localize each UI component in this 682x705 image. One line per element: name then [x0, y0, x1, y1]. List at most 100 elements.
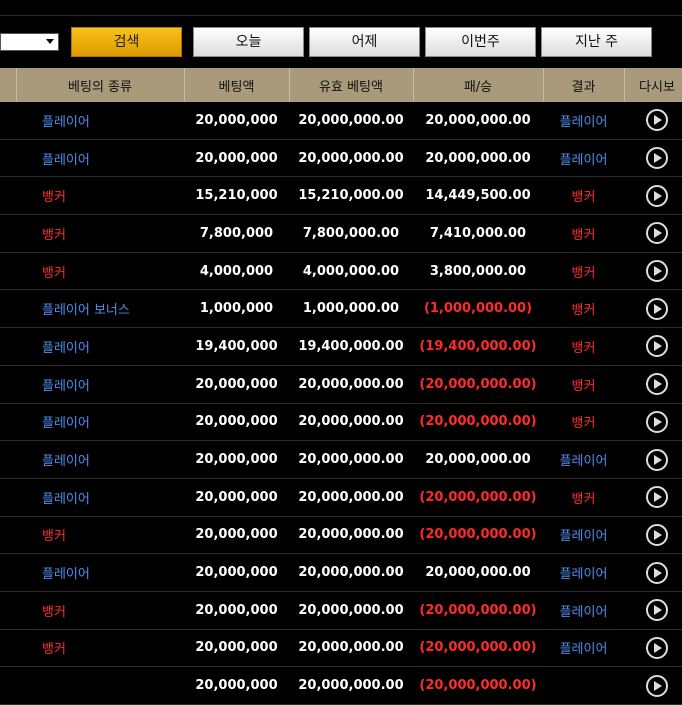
bet-type-cell: 플레이어 — [16, 440, 184, 479]
table-row: 플레이어 보너스 1,000,000 1,000,000.00 (1,000,000.… — [0, 289, 682, 329]
row-spacer — [0, 440, 16, 479]
result-cell: 뱅커 — [543, 252, 624, 291]
play-circle-icon[interactable] — [646, 147, 668, 170]
yesterday-button[interactable]: 어제 — [309, 27, 420, 57]
valid-bet-cell: 20,000,000.00 — [289, 365, 413, 404]
play-circle-icon[interactable] — [646, 523, 668, 546]
bet-amount-cell: 15,210,000 — [184, 176, 289, 216]
row-spacer — [0, 252, 16, 291]
play-circle-icon[interactable] — [646, 335, 668, 358]
table-row: 20,000,000 20,000,000.00 (20,000,000.00) — [0, 666, 682, 705]
this-week-button[interactable]: 이번주 — [425, 27, 536, 57]
play-circle-icon[interactable] — [646, 260, 668, 283]
play-circle-icon[interactable] — [646, 486, 668, 509]
play-circle-icon[interactable] — [646, 410, 668, 433]
replay-cell — [624, 403, 682, 442]
today-button[interactable]: 오늘 — [193, 27, 304, 57]
result-cell: 뱅커 — [543, 176, 624, 216]
play-circle-icon[interactable] — [646, 109, 668, 132]
play-circle-icon[interactable] — [646, 674, 668, 697]
table-row: 뱅커 15,210,000 15,210,000.00 14,449,500.00 뱅커 — [0, 176, 682, 216]
bet-type-cell: 플레이어 — [16, 403, 184, 442]
valid-bet-cell: 20,000,000.00 — [289, 666, 413, 705]
valid-bet-cell: 15,210,000.00 — [289, 176, 413, 216]
win-loss-cell: 20,000,000.00 — [413, 553, 543, 592]
row-spacer — [0, 516, 16, 555]
play-circle-icon[interactable] — [646, 636, 668, 659]
result-cell — [543, 666, 624, 705]
bet-type-cell: 플레이어 — [16, 102, 184, 140]
play-circle-icon[interactable] — [646, 222, 668, 245]
win-loss-cell: (20,000,000.00) — [413, 666, 543, 705]
chevron-down-icon — [46, 39, 54, 44]
win-loss-cell: (20,000,000.00) — [413, 403, 543, 442]
play-circle-icon[interactable] — [646, 184, 668, 207]
win-loss-cell: 20,000,000.00 — [413, 139, 543, 178]
valid-bet-cell: 4,000,000.00 — [289, 252, 413, 291]
win-loss-cell: 20,000,000.00 — [413, 102, 543, 140]
row-spacer — [0, 139, 16, 178]
win-loss-cell: (20,000,000.00) — [413, 629, 543, 668]
table-row: 플레이어 20,000,000 20,000,000.00 (20,000,000.0… — [0, 478, 682, 517]
bet-amount-cell: 20,000,000 — [184, 102, 289, 140]
win-loss-cell: (20,000,000.00) — [413, 478, 543, 517]
bet-type-cell: 플레이어 보너스 — [16, 289, 184, 329]
result-cell: 뱅커 — [543, 289, 624, 329]
valid-bet-cell: 20,000,000.00 — [289, 440, 413, 479]
play-circle-icon[interactable] — [646, 448, 668, 471]
play-circle-icon[interactable] — [646, 561, 668, 584]
replay-cell — [624, 139, 682, 178]
result-cell: 뱅커 — [543, 365, 624, 404]
table-row: 플레이어 19,400,000 19,400,000.00 (19,400,000.0… — [0, 327, 682, 366]
table-row: 뱅커 20,000,000 20,000,000.00 (20,000,000.00)… — [0, 629, 682, 668]
row-spacer — [0, 629, 16, 668]
bet-type-cell: 플레이어 — [16, 327, 184, 366]
row-spacer — [0, 327, 16, 366]
valid-bet-cell: 7,800,000.00 — [289, 214, 413, 253]
row-spacer — [0, 176, 16, 216]
valid-bet-cell: 20,000,000.00 — [289, 516, 413, 555]
replay-cell — [624, 289, 682, 329]
table-row: 플레이어 20,000,000 20,000,000.00 20,000,000.00… — [0, 139, 682, 178]
bet-type-cell: 뱅커 — [16, 629, 184, 668]
result-cell: 플레이어 — [543, 139, 624, 178]
result-cell: 플레이어 — [543, 440, 624, 479]
valid-bet-cell: 20,000,000.00 — [289, 403, 413, 442]
bet-amount-cell: 20,000,000 — [184, 629, 289, 668]
bet-amount-cell: 20,000,000 — [184, 666, 289, 705]
replay-cell — [624, 327, 682, 366]
last-week-button[interactable]: 지난 주 — [541, 27, 652, 57]
row-spacer — [0, 403, 16, 442]
row-spacer — [0, 553, 16, 592]
win-loss-cell: (1,000,000.00) — [413, 289, 543, 329]
bet-amount-cell: 4,000,000 — [184, 252, 289, 291]
bet-type-cell — [16, 666, 184, 705]
bet-type-cell: 플레이어 — [16, 553, 184, 592]
replay-cell — [624, 252, 682, 291]
play-circle-icon[interactable] — [646, 297, 668, 320]
bet-amount-cell: 20,000,000 — [184, 478, 289, 517]
result-cell: 플레이어 — [543, 591, 624, 630]
table-row: 플레이어 20,000,000 20,000,000.00 (20,000,000.0… — [0, 365, 682, 404]
table-row: 플레이어 20,000,000 20,000,000.00 20,000,000.00… — [0, 440, 682, 479]
search-button[interactable]: 검색 — [71, 27, 182, 57]
header-spacer — [0, 68, 17, 102]
replay-cell — [624, 102, 682, 140]
bet-amount-cell: 7,800,000 — [184, 214, 289, 253]
valid-bet-cell: 20,000,000.00 — [289, 591, 413, 630]
bet-amount-cell: 20,000,000 — [184, 365, 289, 404]
row-spacer — [0, 289, 16, 329]
bet-amount-cell: 20,000,000 — [184, 516, 289, 555]
play-circle-icon[interactable] — [646, 373, 668, 396]
bet-type-cell: 뱅커 — [16, 591, 184, 630]
row-spacer — [0, 666, 16, 705]
replay-cell — [624, 629, 682, 668]
replay-cell — [624, 666, 682, 705]
bet-type-cell: 플레이어 — [16, 365, 184, 404]
filter-select[interactable] — [0, 33, 59, 51]
win-loss-cell: (20,000,000.00) — [413, 365, 543, 404]
replay-cell — [624, 478, 682, 517]
result-cell: 뱅커 — [543, 327, 624, 366]
valid-bet-cell: 20,000,000.00 — [289, 478, 413, 517]
play-circle-icon[interactable] — [646, 599, 668, 622]
